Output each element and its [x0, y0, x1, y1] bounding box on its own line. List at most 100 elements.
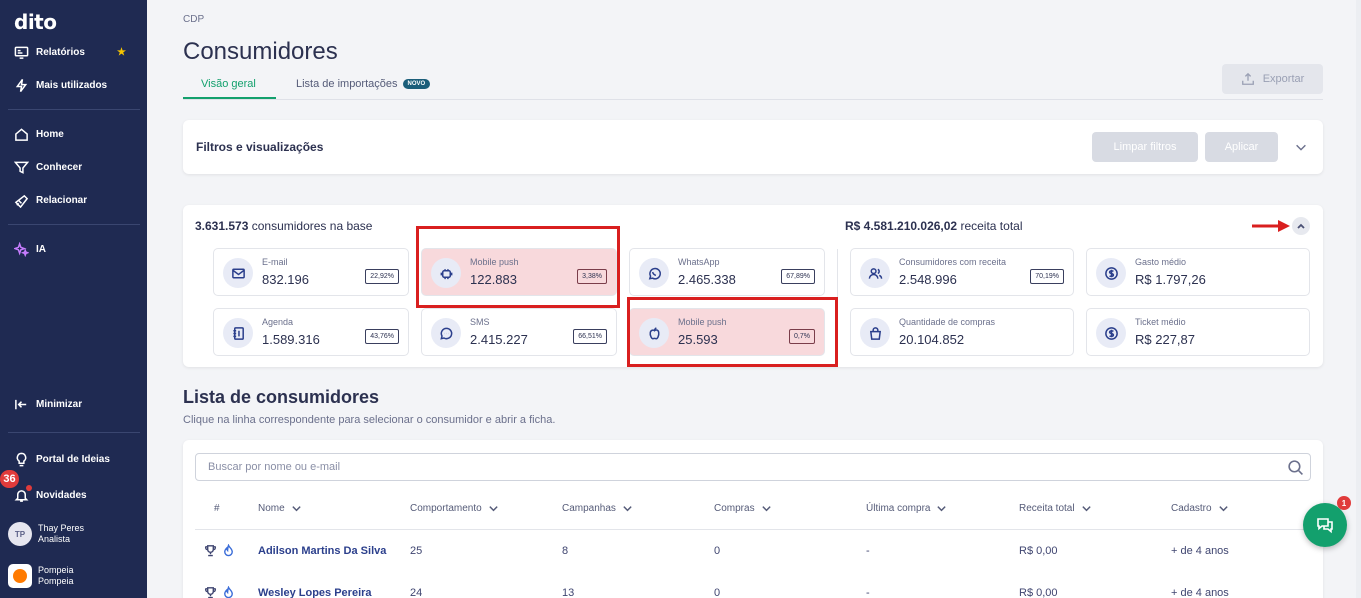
sidebar-item-mais-utilizados[interactable]: Mais utilizados [13, 77, 138, 93]
column-header-ultima-compra[interactable]: Última compra [866, 503, 947, 514]
cell-nome[interactable]: Wesley Lopes Pereira [258, 587, 372, 598]
sidebar-item-conhecer[interactable]: Conhecer [13, 159, 138, 175]
consumers-list-subtitle: Clique na linha correspondente para sele… [183, 414, 556, 426]
sidebar-item-label: Relacionar [36, 194, 88, 206]
stat-value: R$ 227,87 [1135, 332, 1195, 347]
stat-gasto-medio: Gasto médio R$ 1.797,26 [1086, 248, 1310, 296]
chevron-down-icon[interactable] [1294, 140, 1308, 154]
column-header-comportamento[interactable]: Comportamento [410, 503, 499, 514]
sparkle-icon [13, 241, 29, 257]
breadcrumb[interactable]: CDP [183, 14, 204, 25]
chevron-down-icon [489, 506, 498, 512]
search-icon[interactable] [1287, 459, 1304, 476]
column-header-receita-total[interactable]: Receita total [1019, 503, 1092, 514]
column-header-campanhas[interactable]: Campanhas [562, 503, 633, 514]
chat-button[interactable] [1303, 503, 1347, 547]
sidebar-item-portal-de-ideias[interactable]: Portal de Ideias [13, 451, 138, 467]
column-header-index: # [214, 503, 220, 514]
favorite-star-icon: ★ [117, 46, 126, 58]
dollar-icon [1096, 318, 1126, 348]
tab-lista-de-importacoes[interactable]: Lista de importações NOVO [296, 78, 431, 90]
page-title: Consumidores [183, 38, 338, 65]
export-label: Exportar [1262, 73, 1305, 85]
stat-label: Quantidade de compras [899, 317, 996, 327]
column-header-compras[interactable]: Compras [714, 503, 772, 514]
bolt-icon [13, 77, 29, 93]
user-profile[interactable]: TP Thay Peres Analista [8, 522, 84, 546]
stat-value: 832.196 [262, 272, 309, 287]
cell-compras: 0 [714, 545, 721, 557]
stat-ticket-medio: Ticket médio R$ 227,87 [1086, 308, 1310, 356]
sidebar-divider [8, 224, 140, 225]
lightbulb-icon [13, 451, 29, 467]
sidebar-item-novidades[interactable]: Novidades [13, 487, 138, 503]
fire-icon [224, 544, 233, 557]
cell-campanhas: 13 [562, 587, 575, 598]
sidebar-item-label: Relatórios [36, 46, 85, 58]
org-logo [8, 564, 32, 588]
stat-label: Ticket médio [1135, 317, 1186, 327]
tab-label: Lista de importações [296, 78, 398, 90]
org-switcher[interactable]: Pompeia Pompeia [8, 564, 74, 588]
sidebar-item-label: Novidades [36, 489, 87, 501]
tab-visao-geral[interactable]: Visão geral [201, 78, 256, 90]
stat-value: 20.104.852 [899, 332, 965, 347]
collapse-left-icon [13, 396, 29, 412]
stats-panel: 3.631.573 consumidores na base R$ 4.581.… [183, 205, 1323, 367]
new-badge: NOVO [402, 79, 431, 90]
home-icon [13, 126, 29, 142]
app-logo[interactable]: dito [14, 10, 57, 34]
unread-dot [26, 485, 32, 491]
consumers-list-title: Lista de consumidores [183, 387, 380, 407]
sidebar-item-relacionar[interactable]: Relacionar [13, 192, 138, 208]
red-highlight-box [627, 297, 838, 367]
search-placeholder: Buscar por nome ou e-mail [208, 461, 341, 473]
sidebar-divider [8, 432, 140, 433]
collapse-stats-button[interactable] [1292, 217, 1310, 235]
consumers-total: 3.631.573 consumidores na base [195, 219, 373, 233]
stat-consumidores-com-receita: Consumidores com receita 2.548.996 70,19… [850, 248, 1074, 296]
stat-label: SMS [470, 317, 490, 327]
trophy-icon [204, 587, 217, 598]
apply-button[interactable]: Aplicar [1205, 132, 1278, 162]
notifications-badge: 36 [0, 470, 19, 488]
stat-value: R$ 1.797,26 [1135, 272, 1206, 287]
sidebar-item-label: Portal de Ideias [36, 453, 110, 465]
column-header-cadastro[interactable]: Cadastro [1171, 503, 1229, 514]
export-button[interactable]: Exportar [1222, 64, 1323, 94]
stat-value: 2.548.996 [899, 272, 957, 287]
trophy-icon [204, 545, 217, 557]
chevron-down-icon [761, 506, 771, 512]
user-name: Thay Peres [38, 523, 85, 533]
sidebar-item-label: Conhecer [36, 161, 83, 173]
stat-percentage: 67,89% [781, 269, 815, 284]
sidebar-item-relatorios[interactable]: Relatórios ★ [13, 44, 138, 60]
cell-receita-total: R$ 0,00 [1019, 587, 1058, 598]
column-header-nome[interactable]: Nome [258, 503, 302, 514]
cell-receita-total: R$ 0,00 [1019, 545, 1058, 557]
filter-icon [13, 159, 29, 175]
revenue-total: R$ 4.581.210.026,02 receita total [845, 219, 1023, 233]
megaphone-icon [13, 192, 29, 208]
fire-icon [224, 586, 233, 598]
stat-label: Consumidores com receita [899, 257, 1007, 267]
stat-label: Agenda [262, 317, 294, 327]
cell-ultima-compra: - [866, 545, 870, 557]
chevron-down-icon [1218, 506, 1228, 512]
sidebar-item-label: Home [36, 128, 64, 140]
scrollbar[interactable] [1356, 0, 1361, 598]
cell-nome[interactable]: Adilson Martins Da Silva [258, 545, 386, 557]
clear-filters-button[interactable]: Limpar filtros [1092, 132, 1198, 162]
sidebar-item-ia[interactable]: IA [13, 241, 138, 257]
sidebar-item-home[interactable]: Home [13, 126, 138, 142]
sidebar-item-minimizar[interactable]: Minimizar [13, 396, 138, 412]
cell-comportamento: 25 [410, 545, 423, 557]
chevron-up-icon [1297, 223, 1305, 229]
search-input[interactable]: Buscar por nome ou e-mail [195, 453, 1311, 481]
stat-value: 2.465.338 [678, 272, 736, 287]
filters-panel: Filtros e visualizações Limpar filtros A… [183, 120, 1323, 174]
stat-label: E-mail [262, 257, 288, 267]
red-arrow-annotation [1252, 220, 1290, 232]
sidebar-item-label: Mais utilizados [36, 79, 108, 91]
cell-ultima-compra: - [866, 587, 870, 598]
